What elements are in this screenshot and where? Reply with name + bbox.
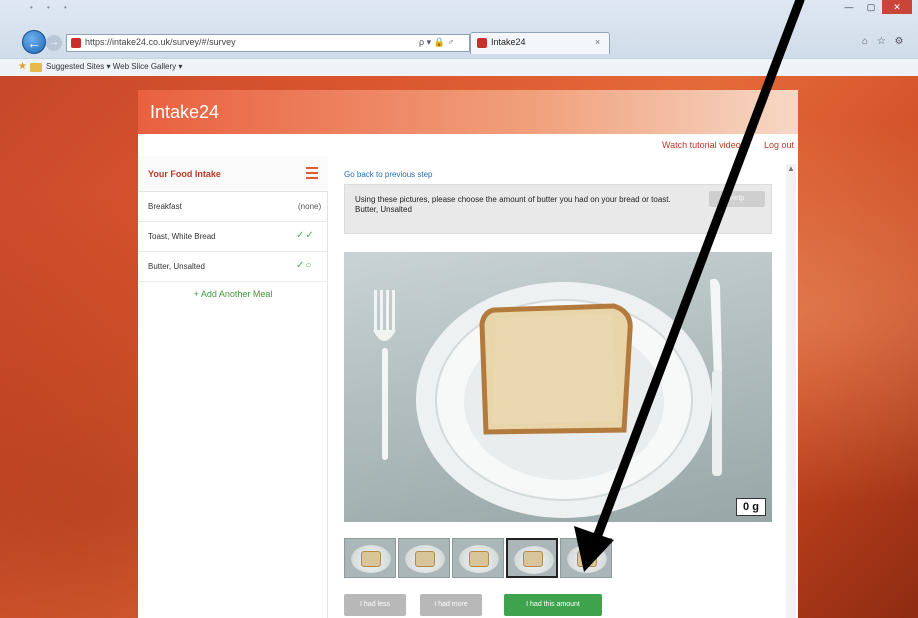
- app-header: Intake24: [138, 90, 798, 134]
- instruction-text: Using these pictures, please choose the …: [355, 195, 671, 214]
- instruction-box: Using these pictures, please choose the …: [344, 184, 772, 234]
- food-name: Toast, White Bread: [148, 232, 216, 241]
- meal-status: (none): [298, 202, 322, 211]
- logout-link[interactable]: Log out: [764, 140, 794, 150]
- maximize-button[interactable]: ▢: [860, 0, 882, 14]
- menu-icon[interactable]: [306, 167, 318, 179]
- food-name: Butter, Unsalted: [148, 262, 205, 271]
- address-bar-icons[interactable]: ρ ▾ 🔒 ♂: [419, 37, 454, 48]
- portion-thumbnail[interactable]: [398, 538, 450, 578]
- favorites-star-icon[interactable]: ★: [18, 61, 27, 72]
- help-button[interactable]: Help: [709, 191, 765, 207]
- portion-thumbnail-selected[interactable]: [506, 538, 558, 578]
- window-titlebar: • • • — ▢ ✕: [0, 0, 918, 14]
- sidebar-header: Your Food Intake: [138, 156, 328, 192]
- forward-button[interactable]: →: [46, 35, 62, 51]
- sidebar-item-butter[interactable]: Butter, Unsalted ✓○: [138, 252, 328, 282]
- sidebar-item-toast[interactable]: Toast, White Bread ✓✓: [138, 222, 328, 252]
- portion-thumbnail[interactable]: [452, 538, 504, 578]
- favorites-links[interactable]: Suggested Sites ▾ Web Slice Gallery ▾: [46, 62, 182, 71]
- completed-check-icon: ✓✓: [296, 230, 315, 241]
- titlebar-icons: • • •: [30, 3, 73, 12]
- tab-close-icon[interactable]: ×: [595, 37, 600, 47]
- folder-icon: [30, 63, 42, 72]
- food-intake-sidebar: Your Food Intake Breakfast (none) Toast,…: [138, 156, 328, 618]
- had-less-button[interactable]: I had less: [344, 594, 406, 616]
- browser-toolbar-icons[interactable]: ⌂ ☆ ⚙: [862, 36, 907, 47]
- plate-with-bread-image: [373, 278, 722, 518]
- tab-favicon-icon: [477, 38, 487, 48]
- portion-thumbnail[interactable]: [344, 538, 396, 578]
- sidebar-title: Your Food Intake: [148, 169, 221, 179]
- go-back-link[interactable]: Go back to previous step: [344, 170, 433, 179]
- meal-name: Breakfast: [148, 202, 182, 211]
- had-this-amount-button[interactable]: I had this amount: [504, 594, 602, 616]
- partial-check-icon: ✓○: [296, 260, 313, 271]
- top-nav: Watch tutorial video Log out: [138, 134, 798, 156]
- address-text[interactable]: https://intake24.co.uk/survey/#/survey: [85, 37, 236, 47]
- portion-thumbnails: [344, 538, 614, 578]
- scrollbar[interactable]: ▲: [786, 164, 796, 618]
- browser-chrome: • • • — ▢ ✕ ← → https://intake24.co.uk/s…: [0, 0, 918, 76]
- back-button[interactable]: ←: [22, 30, 46, 54]
- sidebar-item-breakfast[interactable]: Breakfast (none): [138, 192, 328, 222]
- favorites-bar: ★ Suggested Sites ▾ Web Slice Gallery ▾: [0, 58, 918, 76]
- minimize-button[interactable]: —: [838, 0, 860, 14]
- watch-tutorial-link[interactable]: Watch tutorial video: [662, 140, 741, 150]
- add-meal-link[interactable]: + Add Another Meal: [138, 289, 328, 299]
- tab-title: Intake24: [491, 37, 526, 47]
- scroll-up-icon[interactable]: ▲: [787, 164, 795, 173]
- site-favicon-icon: [71, 38, 81, 48]
- intake24-app: Intake24 Watch tutorial video Log out Yo…: [138, 90, 798, 618]
- had-more-button[interactable]: I had more: [420, 594, 482, 616]
- app-title: Intake24: [150, 102, 220, 122]
- browser-tab[interactable]: Intake24 ×: [470, 32, 610, 54]
- portion-photo: 0 g: [344, 252, 772, 522]
- portion-buttons: I had less I had more I had this amount: [344, 594, 644, 618]
- portion-thumbnail[interactable]: [560, 538, 612, 578]
- portion-size-panel: Go back to previous step Using these pic…: [328, 156, 798, 618]
- address-bar[interactable]: https://intake24.co.uk/survey/#/survey ρ…: [66, 34, 470, 52]
- weight-label: 0 g: [736, 498, 766, 516]
- close-window-button[interactable]: ✕: [882, 0, 912, 14]
